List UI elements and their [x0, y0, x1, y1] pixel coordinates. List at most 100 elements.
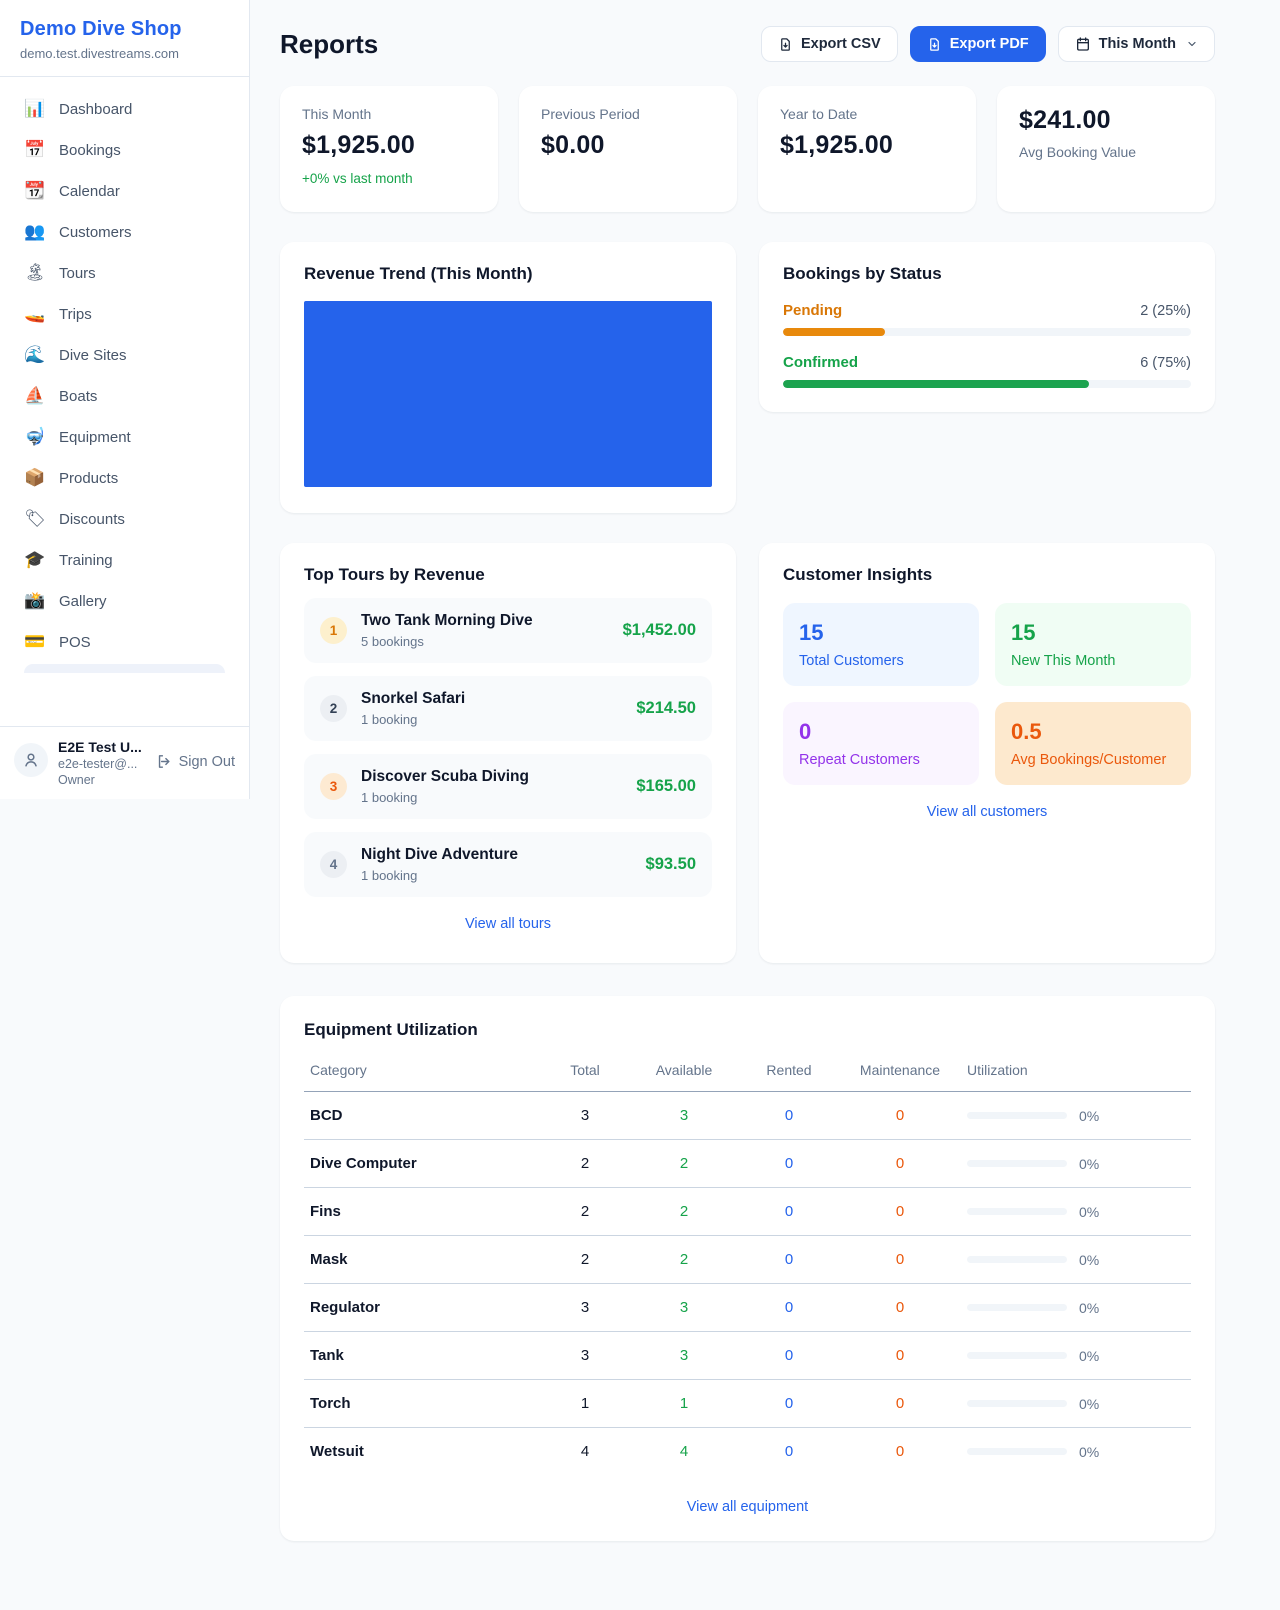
- cell-available: 3: [629, 1332, 739, 1380]
- equipment-utilization-title: Equipment Utilization: [304, 1020, 1191, 1040]
- cell-total: 3: [541, 1284, 629, 1332]
- sidebar-item-bookings[interactable]: 📅Bookings: [12, 130, 237, 170]
- customer-insights-card: Customer Insights 15 Total Customers 15 …: [759, 543, 1215, 963]
- user-meta: E2E Test U... e2e-tester@... Owner: [58, 739, 146, 787]
- sidebar-item-label: Products: [59, 470, 118, 487]
- tour-row[interactable]: 3 Discover Scuba Diving 1 booking $165.0…: [304, 754, 712, 819]
- user-name: E2E Test U...: [58, 739, 146, 755]
- sidebar-item-equipment[interactable]: 🤿Equipment: [12, 417, 237, 457]
- shop-domain: demo.test.divestreams.com: [20, 46, 229, 61]
- top-tours-card: Top Tours by Revenue 1 Two Tank Morning …: [280, 543, 736, 963]
- main-content: Reports Export CSV Export PDF This Month: [250, 0, 1280, 1581]
- export-csv-button[interactable]: Export CSV: [761, 26, 898, 62]
- export-pdf-button[interactable]: Export PDF: [910, 26, 1046, 62]
- stat-card-year-to-date: Year to Date $1,925.00: [758, 86, 976, 212]
- insight-value: 0.5: [1011, 719, 1175, 745]
- sidebar-item-gallery[interactable]: 📸Gallery: [12, 581, 237, 621]
- sidebar-item-label: Discounts: [59, 511, 125, 528]
- utilization-percent: 0%: [1079, 1156, 1099, 1172]
- sidebar-item-reports-partial[interactable]: [24, 664, 225, 673]
- cell-total: 4: [541, 1428, 629, 1476]
- utilization-percent: 0%: [1079, 1204, 1099, 1220]
- tour-row[interactable]: 1 Two Tank Morning Dive 5 bookings $1,45…: [304, 598, 712, 663]
- sidebar-item-tours[interactable]: 🏝Tours: [12, 253, 237, 293]
- utilization-bar-track: [967, 1352, 1067, 1359]
- status-bar-fill: [783, 328, 885, 336]
- page-header: Reports Export CSV Export PDF This Month: [280, 26, 1215, 62]
- sidebar-item-dive-sites[interactable]: 🌊Dive Sites: [12, 335, 237, 375]
- revenue-trend-chart: [304, 301, 712, 487]
- export-pdf-label: Export PDF: [950, 36, 1029, 52]
- cell-utilization: 0%: [961, 1236, 1191, 1284]
- stat-value: $0.00: [541, 131, 715, 160]
- sidebar-item-pos[interactable]: 💳POS: [12, 622, 237, 662]
- tour-bookings: 1 booking: [361, 868, 632, 883]
- col-header-rented: Rented: [739, 1050, 839, 1092]
- cell-category: Mask: [304, 1236, 541, 1284]
- sidebar-item-products[interactable]: 📦Products: [12, 458, 237, 498]
- utilization-bar-track: [967, 1400, 1067, 1407]
- cell-utilization: 0%: [961, 1380, 1191, 1428]
- bookings-by-status-title: Bookings by Status: [783, 264, 1191, 284]
- sidebar-item-discounts[interactable]: 🏷Discounts: [12, 499, 237, 539]
- utilization-percent: 0%: [1079, 1252, 1099, 1268]
- status-name: Pending: [783, 302, 842, 319]
- tour-row[interactable]: 2 Snorkel Safari 1 booking $214.50: [304, 676, 712, 741]
- cell-maintenance: 0: [839, 1428, 961, 1476]
- cell-total: 3: [541, 1332, 629, 1380]
- table-row: Regulator33000%: [304, 1284, 1191, 1332]
- tour-bookings: 5 bookings: [361, 634, 609, 649]
- sidebar-item-training[interactable]: 🎓Training: [12, 540, 237, 580]
- bar-chart-icon: 📊: [24, 99, 46, 119]
- table-row: Tank33000%: [304, 1332, 1191, 1380]
- utilization-percent: 0%: [1079, 1108, 1099, 1124]
- insight-label: New This Month: [1011, 653, 1175, 669]
- stat-label: Year to Date: [780, 106, 954, 122]
- sidebar-item-calendar[interactable]: 📆Calendar: [12, 171, 237, 211]
- sidebar-item-boats[interactable]: ⛵Boats: [12, 376, 237, 416]
- cell-maintenance: 0: [839, 1188, 961, 1236]
- view-all-tours-link[interactable]: View all tours: [304, 916, 712, 932]
- view-all-equipment-link[interactable]: View all equipment: [304, 1499, 1191, 1515]
- cell-utilization: 0%: [961, 1092, 1191, 1140]
- cell-total: 2: [541, 1236, 629, 1284]
- stat-card-previous-period: Previous Period $0.00: [519, 86, 737, 212]
- utilization-bar-track: [967, 1112, 1067, 1119]
- utilization-bar-track: [967, 1208, 1067, 1215]
- insight-value: 15: [799, 620, 963, 646]
- period-selector[interactable]: This Month: [1058, 26, 1215, 62]
- sign-out-icon: [156, 753, 173, 770]
- utilization-percent: 0%: [1079, 1300, 1099, 1316]
- sidebar-item-dashboard[interactable]: 📊Dashboard: [12, 89, 237, 129]
- sidebar-item-customers[interactable]: 👥Customers: [12, 212, 237, 252]
- cell-rented: 0: [739, 1380, 839, 1428]
- tour-bookings: 1 booking: [361, 790, 622, 805]
- export-csv-label: Export CSV: [801, 36, 881, 52]
- cell-total: 3: [541, 1092, 629, 1140]
- stat-value: $1,925.00: [302, 131, 476, 160]
- cell-category: Regulator: [304, 1284, 541, 1332]
- stat-card-avg-booking-value: $241.00 Avg Booking Value: [997, 86, 1215, 212]
- table-row: BCD33000%: [304, 1092, 1191, 1140]
- view-all-customers-link[interactable]: View all customers: [783, 804, 1191, 820]
- utilization-bar-track: [967, 1448, 1067, 1455]
- table-row: Wetsuit44000%: [304, 1428, 1191, 1476]
- stats-row: This Month $1,925.00 +0% vs last month P…: [280, 86, 1215, 212]
- cell-rented: 0: [739, 1332, 839, 1380]
- col-header-category: Category: [304, 1050, 541, 1092]
- status-row-pending: Pending 2 (25%): [783, 302, 1191, 336]
- sidebar: Demo Dive Shop demo.test.divestreams.com…: [0, 0, 250, 799]
- sidebar-item-trips[interactable]: 🚤Trips: [12, 294, 237, 334]
- tour-name: Night Dive Adventure: [361, 846, 632, 864]
- status-bar-track: [783, 328, 1191, 336]
- cell-rented: 0: [739, 1284, 839, 1332]
- speedboat-icon: 🚤: [24, 304, 46, 324]
- bookings-by-status-card: Bookings by Status Pending 2 (25%) Confi…: [759, 242, 1215, 412]
- cell-maintenance: 0: [839, 1140, 961, 1188]
- utilization-bar-track: [967, 1304, 1067, 1311]
- sign-out-button[interactable]: Sign Out: [156, 753, 235, 770]
- rank-badge: 2: [320, 695, 347, 722]
- tour-row[interactable]: 4 Night Dive Adventure 1 booking $93.50: [304, 832, 712, 897]
- utilization-percent: 0%: [1079, 1348, 1099, 1364]
- insight-tile-total-customers: 15 Total Customers: [783, 603, 979, 686]
